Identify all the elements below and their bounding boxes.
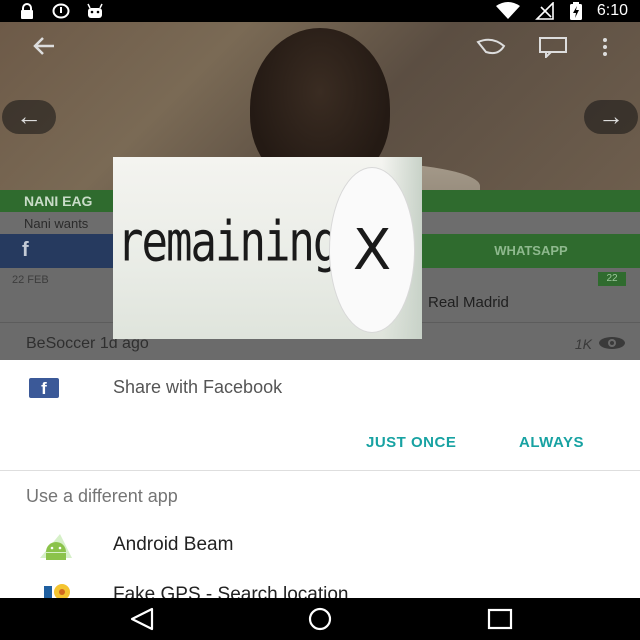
just-once-button[interactable]: JUST ONCE: [366, 434, 456, 451]
default-app-label: Share with Facebook: [113, 377, 283, 397]
app-row-android-beam[interactable]: Android Beam: [0, 526, 640, 570]
recents-icon[interactable]: [480, 606, 520, 632]
back-arrow-icon[interactable]: [32, 36, 56, 56]
ad-close-button[interactable]: X: [329, 167, 415, 333]
comment-icon[interactable]: [538, 36, 568, 58]
more-vert-icon[interactable]: [600, 36, 610, 58]
wifi-icon: [495, 2, 520, 19]
back-icon[interactable]: [124, 606, 164, 632]
home-icon[interactable]: [300, 606, 340, 632]
navigation-bar: [0, 598, 640, 640]
share-bottom-sheet: f Share with Facebook JUST ONCE ALWAYS U…: [0, 360, 640, 598]
article-subtitle: Nani wants: [24, 216, 89, 231]
clock: 6:10: [596, 2, 628, 19]
no-signal-icon: [534, 2, 554, 20]
always-button[interactable]: ALWAYS: [519, 434, 584, 451]
news-headline: Real Madrid: [428, 294, 509, 311]
battery-charging-icon: [569, 2, 582, 20]
previous-arrow-icon[interactable]: ←: [2, 100, 56, 134]
status-bar: 6:10: [0, 0, 640, 22]
divider: [0, 470, 640, 471]
whatsapp-share-button[interactable]: WHATSAPP: [422, 234, 640, 268]
action-buttons: JUST ONCE ALWAYS: [0, 428, 640, 458]
app-label: Android Beam: [113, 534, 234, 555]
android-beam-icon: [40, 534, 72, 560]
news-count-badge: 22: [598, 272, 626, 286]
news-date: 22 FEB: [12, 274, 49, 286]
app-row-fake-gps[interactable]: Fake GPS - Search location: [0, 576, 640, 598]
fake-gps-icon: [44, 584, 70, 598]
lock-icon: [21, 3, 33, 19]
ad-banner[interactable]: remaining X: [113, 157, 422, 339]
ad-text: remaining: [117, 210, 339, 275]
data-saver-icon: [52, 3, 70, 19]
eye-icon: [599, 337, 625, 349]
clap-icon[interactable]: [474, 34, 510, 58]
facebook-icon: f: [29, 378, 59, 398]
default-app-row[interactable]: f Share with Facebook: [0, 360, 640, 416]
android-debug-icon: [87, 3, 103, 18]
next-arrow-icon[interactable]: →: [584, 100, 638, 134]
views-count: 1K: [574, 336, 592, 352]
article-title: NANI EAG: [24, 193, 93, 209]
section-title: Use a different app: [26, 486, 178, 506]
app-label: Fake GPS - Search location: [113, 584, 349, 598]
facebook-share-button[interactable]: f: [0, 234, 114, 268]
